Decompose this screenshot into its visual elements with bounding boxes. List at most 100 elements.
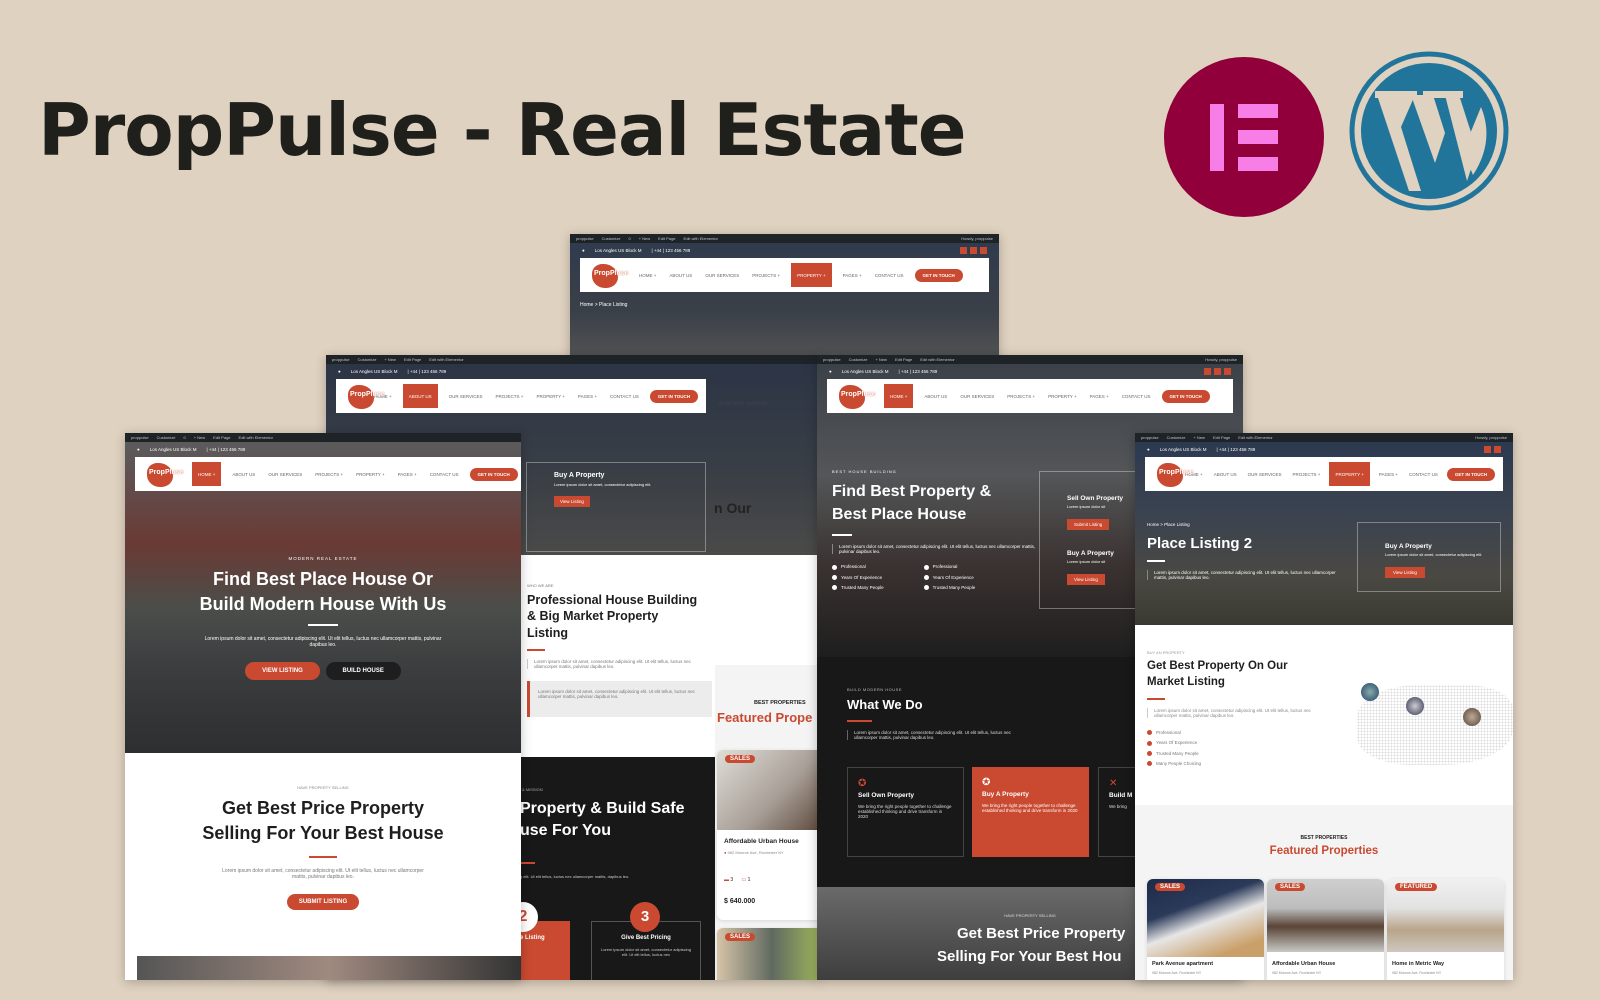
admin-bar-howdy[interactable]: Howdy, proppulse <box>1475 435 1507 440</box>
nav-pages[interactable]: PAGES + <box>576 379 599 413</box>
nav-property[interactable]: PROPERTY + <box>1046 379 1078 413</box>
view-listing-button[interactable]: View Listing <box>554 496 590 507</box>
map-marker-property[interactable] <box>1361 683 1379 701</box>
nav-services[interactable]: OUR SERVICES <box>1246 457 1284 491</box>
twitter-icon[interactable] <box>970 247 977 254</box>
nav-projects[interactable]: PROJECTS + <box>750 258 782 292</box>
pinterest-icon[interactable] <box>960 247 967 254</box>
site-logo[interactable]: PropPluse <box>344 383 385 409</box>
twitter-icon[interactable] <box>1214 368 1221 375</box>
property-card[interactable]: SALES <box>717 928 820 980</box>
card-title[interactable]: Affordable Urban House <box>724 838 799 845</box>
admin-bar-customize[interactable]: Customize <box>602 236 621 241</box>
view-listing-button[interactable]: View Listing <box>1067 574 1105 585</box>
admin-bar-comments[interactable]: 0 <box>628 236 630 241</box>
nav-services[interactable]: OUR SERVICES <box>266 457 304 491</box>
admin-bar-elementor[interactable]: Edit with Elementor <box>429 357 463 362</box>
nav-services[interactable]: OUR SERVICES <box>447 379 485 413</box>
admin-bar-elementor[interactable]: Edit with Elementor <box>920 357 954 362</box>
card-title[interactable]: Park Avenue apartment <box>1152 961 1213 967</box>
admin-bar-edit-page[interactable]: Edit Page <box>658 236 675 241</box>
build-house-button[interactable]: BUILD HOUSE <box>325 662 401 681</box>
nav-services[interactable]: OUR SERVICES <box>958 379 996 413</box>
breadcrumb-home[interactable]: Home <box>580 302 593 308</box>
nav-about[interactable]: ABOUT US <box>667 258 694 292</box>
admin-bar-customize[interactable]: Customize <box>157 435 176 440</box>
property-card[interactable]: SALES Park Avenue apartment 982 Monroe A… <box>1147 879 1264 980</box>
nav-projects[interactable]: PROJECTS + <box>1291 457 1323 491</box>
site-logo[interactable]: PropPluse <box>1153 461 1194 487</box>
admin-bar-site[interactable]: proppulse <box>576 236 594 241</box>
admin-bar-site[interactable]: proppulse <box>1141 435 1159 440</box>
breadcrumb-home[interactable]: Home <box>1147 522 1159 527</box>
nav-projects[interactable]: PROJECTS + <box>1005 379 1037 413</box>
submit-listing-button[interactable]: Submit Listing <box>1067 519 1110 530</box>
admin-bar-elementor[interactable]: Edit with Elementor <box>684 236 718 241</box>
nav-about[interactable]: ABOUT US <box>402 384 438 408</box>
nav-property[interactable]: PROPERTY + <box>354 457 386 491</box>
nav-about[interactable]: ABOUT US <box>922 379 949 413</box>
admin-bar-elementor[interactable]: Edit with Elementor <box>239 435 273 440</box>
service-card[interactable]: ✪ Sell Own Property We bring the right p… <box>847 767 964 857</box>
admin-bar-new[interactable]: + New <box>1193 435 1204 440</box>
twitter-icon[interactable] <box>1494 446 1501 453</box>
nav-property[interactable]: PROPERTY + <box>791 263 832 287</box>
submit-listing-button[interactable]: SUBMIT LISTING <box>286 894 360 911</box>
nav-contact[interactable]: CONTACT US <box>873 258 906 292</box>
admin-bar-site[interactable]: proppulse <box>131 435 149 440</box>
nav-home[interactable]: HOME + <box>884 384 914 408</box>
nav-pages[interactable]: PAGES + <box>1088 379 1111 413</box>
get-in-touch-button[interactable]: GET IN TOUCH <box>1446 467 1495 481</box>
nav-contact[interactable]: CONTACT US <box>428 457 461 491</box>
nav-pages[interactable]: PAGES + <box>1377 457 1400 491</box>
get-in-touch-button[interactable]: GET IN TOUCH <box>1161 389 1210 403</box>
view-listing-button[interactable]: View Listing <box>1385 567 1425 578</box>
nav-property[interactable]: PROPERTY + <box>1329 462 1370 486</box>
site-logo[interactable]: PropPluse <box>588 262 629 288</box>
nav-about[interactable]: ABOUT US <box>230 457 257 491</box>
site-logo[interactable]: PropPluse <box>835 383 876 409</box>
admin-bar-new[interactable]: + New <box>875 357 886 362</box>
service-card-active[interactable]: ✪ Buy A Property We bring the right peop… <box>972 767 1089 857</box>
nav-projects[interactable]: PROJECTS + <box>313 457 345 491</box>
nav-contact[interactable]: CONTACT US <box>1120 379 1153 413</box>
admin-bar-customize[interactable]: Customize <box>1167 435 1186 440</box>
pinterest-icon[interactable] <box>1484 446 1491 453</box>
nav-pages[interactable]: PAGES + <box>396 457 419 491</box>
admin-bar-howdy[interactable]: Howdy, proppulse <box>1205 357 1237 362</box>
get-in-touch-button[interactable]: GET IN TOUCH <box>649 389 698 403</box>
pinterest-icon[interactable] <box>1204 368 1211 375</box>
get-in-touch-button[interactable]: GET IN TOUCH <box>914 268 963 282</box>
nav-property[interactable]: PROPERTY + <box>534 379 566 413</box>
property-card[interactable]: SALES Affordable Urban House ● 982 Monro… <box>717 750 820 920</box>
admin-bar-edit-page[interactable]: Edit Page <box>1213 435 1230 440</box>
admin-bar-edit-page[interactable]: Edit Page <box>213 435 230 440</box>
admin-bar-site[interactable]: proppulse <box>332 357 350 362</box>
site-logo[interactable]: PropPluse <box>143 461 184 487</box>
admin-bar-new[interactable]: + New <box>639 236 650 241</box>
card-title[interactable]: Home in Metric Way <box>1392 961 1444 967</box>
nav-pages[interactable]: PAGES + <box>841 258 864 292</box>
admin-bar-edit-page[interactable]: Edit Page <box>895 357 912 362</box>
youtube-icon[interactable] <box>980 247 987 254</box>
admin-bar-customize[interactable]: Customize <box>358 357 377 362</box>
nav-about[interactable]: ABOUT US <box>1212 457 1239 491</box>
property-card[interactable]: FEATURED Home in Metric Way 982 Monroe A… <box>1387 879 1504 980</box>
admin-bar-elementor[interactable]: Edit with Elementor <box>1238 435 1272 440</box>
admin-bar-edit-page[interactable]: Edit Page <box>404 357 421 362</box>
admin-bar-new[interactable]: + New <box>384 357 395 362</box>
card-title[interactable]: Affordable Urban House <box>1272 961 1335 967</box>
map-marker-property[interactable] <box>1463 708 1481 726</box>
nav-services[interactable]: OUR SERVICES <box>703 258 741 292</box>
admin-bar-new[interactable]: + New <box>194 435 205 440</box>
nav-contact[interactable]: CONTACT US <box>608 379 641 413</box>
map-marker-property[interactable] <box>1406 697 1424 715</box>
get-in-touch-button[interactable]: GET IN TOUCH <box>469 467 518 481</box>
admin-bar-comments[interactable]: 0 <box>183 435 185 440</box>
youtube-icon[interactable] <box>1224 368 1231 375</box>
admin-bar-howdy[interactable]: Howdy, proppulse <box>961 236 993 241</box>
nav-home[interactable]: HOME + <box>637 258 658 292</box>
nav-contact[interactable]: CONTACT US <box>1407 457 1440 491</box>
property-card[interactable]: SALES Affordable Urban House 982 Monroe … <box>1267 879 1384 980</box>
nav-home[interactable]: HOME + <box>192 462 222 486</box>
